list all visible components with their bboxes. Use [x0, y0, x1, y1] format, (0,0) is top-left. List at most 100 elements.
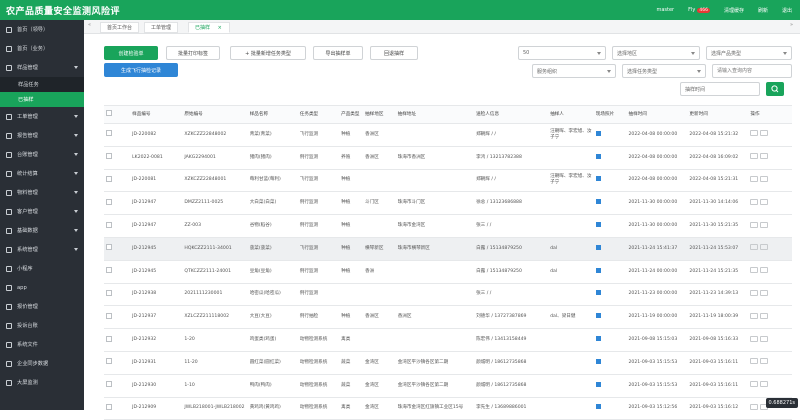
photo-thumbnail[interactable]: [594, 146, 627, 169]
tab-home[interactable]: 首页工作台: [100, 22, 139, 33]
row-actions[interactable]: [748, 215, 792, 238]
row-checkbox[interactable]: [106, 176, 112, 182]
edit-icon[interactable]: [750, 336, 758, 342]
sidebar-item-0[interactable]: 首页（领导）: [0, 20, 84, 39]
row-checkbox[interactable]: [106, 130, 112, 136]
sidebar-item-12[interactable]: 系统管理: [0, 240, 84, 259]
table-row[interactable]: JD-21293111-20圆红菜(圆红菜)动物检测系统蔬菜金湾区金湾区平沙镇各…: [104, 351, 792, 374]
delete-icon[interactable]: [760, 358, 768, 364]
export-button[interactable]: 导出抽样单: [313, 46, 363, 60]
sidebar-item-7[interactable]: 台账管理: [0, 145, 84, 164]
photo-thumbnail[interactable]: [594, 237, 627, 260]
row-actions[interactable]: [748, 329, 792, 352]
row-checkbox[interactable]: [106, 358, 112, 364]
flight-record-button[interactable]: 生成飞行抽检记录: [104, 63, 178, 77]
sidebar-item-10[interactable]: 客户管理: [0, 202, 84, 221]
sidebar-item-14[interactable]: app: [0, 278, 84, 297]
refresh-button[interactable]: 刷新: [758, 7, 768, 14]
row-checkbox[interactable]: [106, 199, 112, 205]
org-select[interactable]: 服务组织: [532, 64, 616, 78]
sidebar-item-9[interactable]: 物料管理: [0, 183, 84, 202]
page-size-select[interactable]: 50: [518, 46, 606, 60]
task-type-select[interactable]: 选择任务类型: [622, 64, 706, 78]
row-checkbox[interactable]: [106, 336, 112, 342]
photo-thumbnail[interactable]: [594, 169, 627, 192]
sidebar-item-17[interactable]: 系统文件: [0, 335, 84, 354]
photo-thumbnail[interactable]: [594, 374, 627, 397]
sidebar-item-13[interactable]: 小程序: [0, 259, 84, 278]
sidebar-item-6[interactable]: 报告管理: [0, 126, 84, 145]
row-actions[interactable]: [748, 260, 792, 283]
photo-thumbnail[interactable]: [594, 397, 627, 420]
table-row[interactable]: JD-2129321-20鸡蛋类(鸡蛋)动物检测系统禽类陈宏伟 / 134131…: [104, 329, 792, 352]
row-checkbox[interactable]: [106, 267, 112, 273]
row-actions[interactable]: [748, 351, 792, 374]
row-checkbox[interactable]: [106, 404, 112, 410]
delete-icon[interactable]: [760, 336, 768, 342]
row-actions[interactable]: [748, 374, 792, 397]
search-button[interactable]: [766, 82, 784, 96]
sidebar-item-8[interactable]: 统计结算: [0, 164, 84, 183]
row-actions[interactable]: [748, 283, 792, 306]
delete-icon[interactable]: [760, 267, 768, 273]
sidebar-item-5[interactable]: 工单管理: [0, 107, 84, 126]
table-row[interactable]: JD-212947DMZZ2111-0025大白菜(白菜)例行监测种植斗门区珠海…: [104, 192, 792, 215]
sidebar-subitem-3[interactable]: 样品任务: [0, 77, 84, 92]
row-actions[interactable]: [748, 306, 792, 329]
table-row[interactable]: JD-212945HQKCZZ2111-34001菠菜(菠菜)飞行监测种植横琴新…: [104, 237, 792, 260]
delete-icon[interactable]: [760, 290, 768, 296]
row-checkbox[interactable]: [106, 244, 112, 250]
row-actions[interactable]: [748, 237, 792, 260]
edit-icon[interactable]: [750, 130, 758, 136]
table-row[interactable]: JD-220082XZKCZZ22848002青菜(青菜)飞行监测种植香洲区郑朝…: [104, 124, 792, 147]
select-all-checkbox[interactable]: [104, 106, 130, 124]
edit-icon[interactable]: [750, 290, 758, 296]
photo-thumbnail[interactable]: [594, 306, 627, 329]
table-row[interactable]: JD-2129301-10鸭肉(鸭肉)动物检测系统蔬菜金湾区金湾区平沙镇各区第二…: [104, 374, 792, 397]
table-row[interactable]: JD-212945QTKCZZ2111-24001豆角(豆角)例行监测种植香洲白…: [104, 260, 792, 283]
table-row[interactable]: JD-2129382021111230001哈密瓜(哈密瓜)例行监测张三 / /…: [104, 283, 792, 306]
area-select[interactable]: 选择地区: [612, 46, 700, 60]
tab-workorder[interactable]: 工单管理: [144, 22, 178, 33]
delete-icon[interactable]: [760, 176, 768, 182]
tab-next-icon[interactable]: »: [790, 22, 796, 32]
photo-thumbnail[interactable]: [594, 351, 627, 374]
batch-task-button[interactable]: + 批量新增任务类型: [230, 46, 306, 60]
product-type-select[interactable]: 选择产品类型: [706, 46, 792, 60]
sidebar-item-16[interactable]: 投诉台账: [0, 316, 84, 335]
search-input[interactable]: [712, 64, 792, 78]
close-icon[interactable]: ×: [218, 25, 222, 31]
delete-icon[interactable]: [760, 244, 768, 250]
table-row[interactable]: JD-212909JWLB218001-JWLB218002黄鸡鸡(黄鸡鸡)动物…: [104, 397, 792, 420]
sidebar-item-19[interactable]: 大屏监测: [0, 373, 84, 392]
photo-thumbnail[interactable]: [594, 329, 627, 352]
delete-icon[interactable]: [760, 381, 768, 387]
delete-icon[interactable]: [760, 222, 768, 228]
photo-thumbnail[interactable]: [594, 124, 627, 147]
delete-icon[interactable]: [760, 153, 768, 159]
row-actions[interactable]: [748, 192, 792, 215]
table-row[interactable]: JD-212937XZLCZZ211118002大豆(大豆)例行抽检种植香洲区香…: [104, 306, 792, 329]
sidebar-item-11[interactable]: 基础数据: [0, 221, 84, 240]
user-menu[interactable]: master: [656, 7, 674, 13]
notice-button[interactable]: Fly466: [688, 7, 710, 13]
row-checkbox[interactable]: [106, 381, 112, 387]
photo-thumbnail[interactable]: [594, 215, 627, 238]
tab-sampled[interactable]: 已抽样 ×: [188, 22, 230, 33]
edit-icon[interactable]: [750, 222, 758, 228]
photo-thumbnail[interactable]: [594, 283, 627, 306]
edit-icon[interactable]: [750, 176, 758, 182]
row-checkbox[interactable]: [106, 222, 112, 228]
sidebar-subitem-4[interactable]: 已抽样: [0, 92, 84, 107]
logout-button[interactable]: 退出: [782, 7, 792, 14]
edit-icon[interactable]: [750, 358, 758, 364]
table-row[interactable]: JD-212947ZZ-003谷物(稻谷)例行监测种植珠海市金湾区张三 / /2…: [104, 215, 792, 238]
delete-icon[interactable]: [760, 313, 768, 319]
table-row[interactable]: LK2022-0081JAKG2294001猪肉(猪肉)例行监测养殖香洲区珠海市…: [104, 146, 792, 169]
edit-icon[interactable]: [750, 313, 758, 319]
photo-thumbnail[interactable]: [594, 260, 627, 283]
clear-cache-button[interactable]: 清理缓存: [724, 7, 744, 14]
batch-print-button[interactable]: 批量打印标签: [166, 46, 220, 60]
sidebar-item-2[interactable]: 样品管理: [0, 58, 84, 77]
delete-icon[interactable]: [760, 199, 768, 205]
